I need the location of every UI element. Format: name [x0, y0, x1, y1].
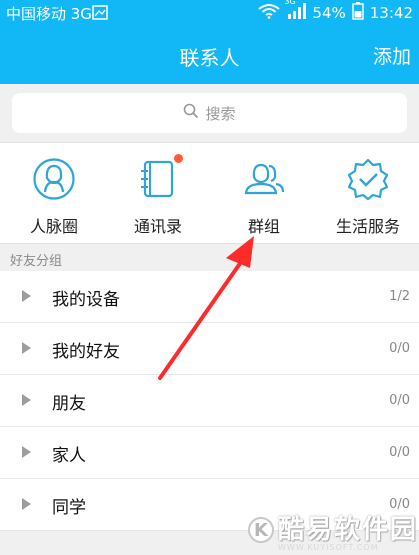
carrier-label: 中国移动 3G — [6, 4, 92, 23]
quick-item-label: 群组 — [247, 217, 280, 236]
quick-item-label: 生活服务 — [335, 217, 400, 236]
expand-arrow-icon — [22, 290, 31, 302]
group-name: 朋友 — [52, 394, 86, 414]
quick-item-network[interactable]: 人脉圈 — [2, 143, 106, 243]
section-title: 好友分组 — [0, 244, 419, 271]
person-circle-icon — [32, 157, 76, 201]
friend-group-list: 我的设备 1/2 我的好友 0/0 朋友 0/0 家人 0/0 同学 0/0 — [0, 271, 419, 531]
signal-icon: 3G — [284, 0, 307, 23]
battery-percent: 54% — [312, 4, 346, 22]
expand-arrow-icon — [22, 498, 31, 510]
expand-arrow-icon — [22, 394, 31, 406]
list-item[interactable]: 朋友 0/0 — [0, 375, 419, 427]
group-count: 0/0 — [389, 445, 410, 460]
quick-item-life-service[interactable]: 生活服务 — [316, 143, 419, 243]
search-placeholder: 搜索 — [205, 104, 236, 123]
battery-icon — [352, 2, 364, 24]
clock: 13:42 — [369, 4, 413, 22]
expand-arrow-icon — [22, 446, 31, 458]
quick-item-contacts[interactable]: 通讯录 — [106, 143, 210, 243]
group-name: 我的设备 — [52, 290, 120, 310]
expand-arrow-icon — [22, 342, 31, 354]
group-name: 家人 — [52, 446, 86, 466]
network-type-label: 3G — [284, 0, 296, 6]
status-bar: 中国移动 3G 3G 54% 13:42 — [0, 0, 419, 26]
group-count: 0/0 — [389, 393, 410, 408]
notification-dot — [174, 154, 183, 163]
watermark-url: WWW.KUYISOFT.COM — [278, 543, 379, 552]
group-count: 1/2 — [389, 289, 410, 304]
watermark-text: 酷易软件园 — [278, 515, 419, 545]
title-bar: 联系人 添加 — [0, 26, 419, 84]
group-name: 我的好友 — [52, 342, 120, 362]
group-icon — [242, 157, 286, 201]
address-book-icon — [136, 154, 183, 201]
watermark-logo: K — [248, 517, 274, 543]
search-icon — [183, 103, 199, 123]
verified-badge-icon — [346, 157, 390, 201]
list-item[interactable]: 家人 0/0 — [0, 427, 419, 479]
page-title: 联系人 — [179, 46, 240, 70]
add-button[interactable]: 添加 — [373, 42, 411, 69]
list-item[interactable]: 我的设备 1/2 — [0, 271, 419, 323]
search-area: 搜索 — [0, 84, 419, 142]
group-name: 同学 — [52, 498, 86, 518]
quick-access-bar: 人脉圈 通讯录 群组 生活服务 — [0, 142, 419, 244]
quick-item-groups[interactable]: 群组 — [212, 143, 316, 243]
wifi-icon — [258, 3, 281, 23]
picture-icon — [92, 5, 108, 24]
list-item[interactable]: 我的好友 0/0 — [0, 323, 419, 375]
quick-item-label: 人脉圈 — [29, 217, 78, 236]
search-input[interactable]: 搜索 — [12, 93, 407, 133]
group-count: 0/0 — [389, 341, 410, 356]
watermark: K 酷易软件园 WWW.KUYISOFT.COM — [248, 505, 418, 555]
quick-item-label: 通讯录 — [133, 217, 182, 236]
